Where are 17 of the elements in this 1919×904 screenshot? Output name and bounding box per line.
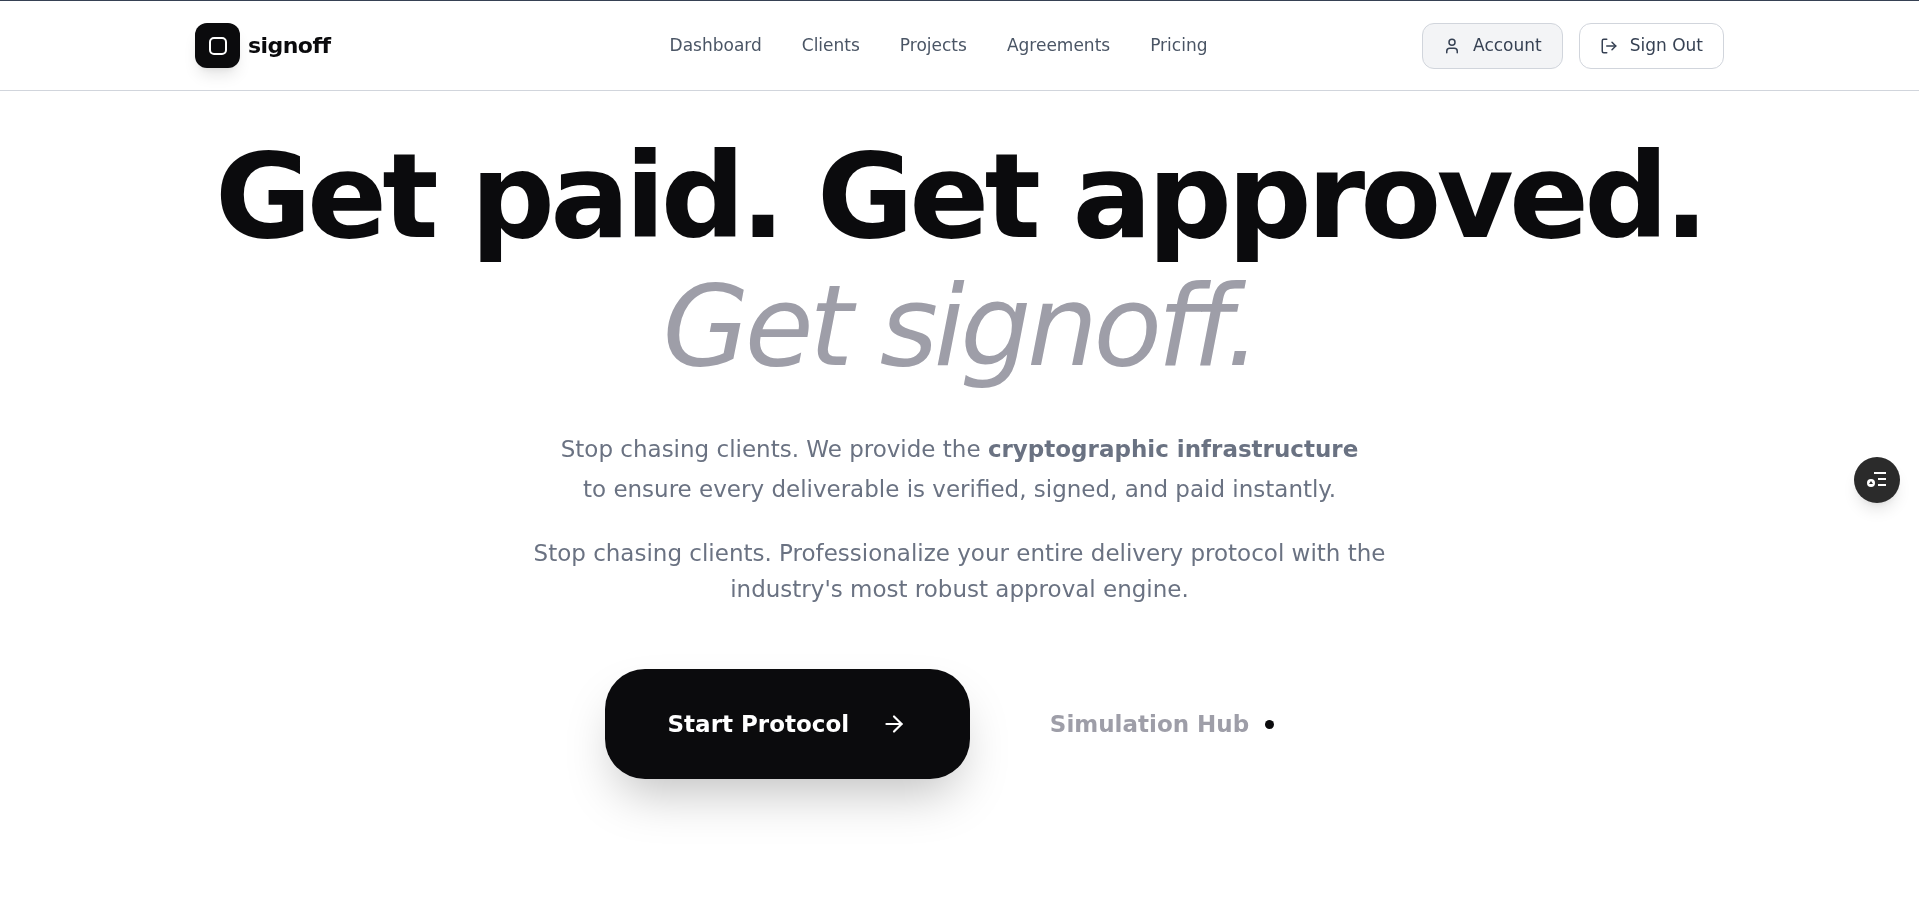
start-protocol-button[interactable]: Start Protocol	[604, 669, 970, 779]
body-paragraph: Stop chasing clients. Professionalize your entire delivery protocol with the industry's most robust approval engine.	[532, 539, 1387, 604]
sign-out-icon	[1599, 36, 1618, 55]
nav-link[interactable]: Pricing	[1150, 32, 1208, 59]
nav-link[interactable]: Agreements	[1006, 32, 1111, 59]
lead-paragraph: Stop chasing clients. We provide the cryptographic infrastructure to ensure every deliverable is verified, signed, and paid instantly.	[559, 435, 1360, 504]
account-button[interactable]: Account	[1422, 22, 1563, 69]
floating-menu-button[interactable]	[1854, 457, 1900, 503]
subheadline: Get signoff.	[662, 261, 1257, 391]
sign-out-button[interactable]: Sign Out	[1578, 22, 1724, 69]
logo-icon[interactable]	[195, 23, 240, 68]
nav-link[interactable]: Clients	[801, 32, 860, 59]
headline: Get paid. Get approved.	[214, 131, 1705, 261]
nav-link[interactable]: Dashboard	[669, 32, 762, 59]
brand-name: signoff	[248, 32, 331, 60]
nav-link[interactable]: Projects	[899, 32, 967, 59]
list-settings-icon	[1866, 471, 1888, 489]
